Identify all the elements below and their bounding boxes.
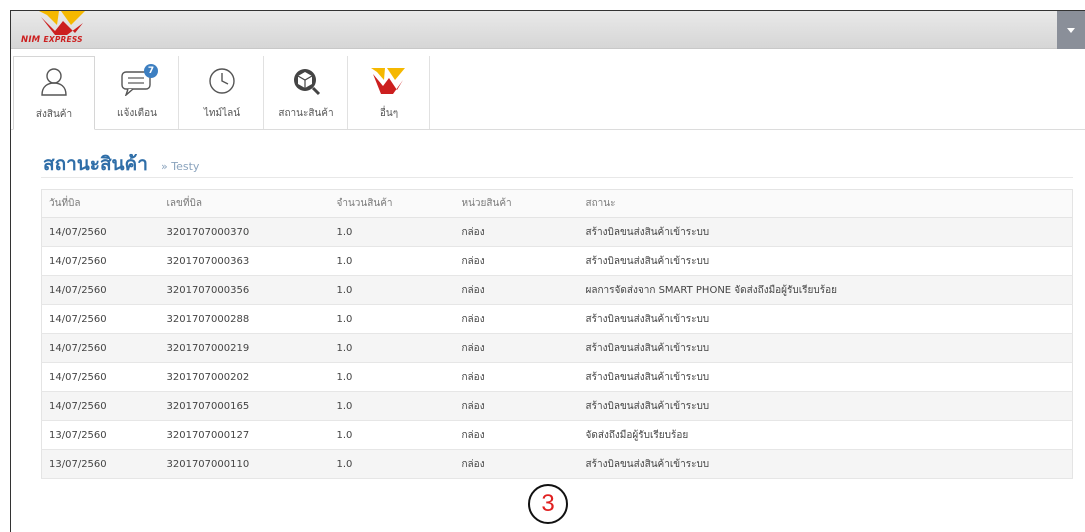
user-icon (41, 68, 67, 96)
table-row[interactable]: 13/07/2560 3201707000127 1.0 กล่อง จัดส่… (41, 420, 1073, 450)
table-row[interactable]: 14/07/2560 3201707000370 1.0 กล่อง สร้าง… (41, 217, 1073, 247)
cell-status: สร้างบิลขนส่งสินค้าเข้าระบบ (578, 246, 1073, 276)
page-heading: สถานะสินค้า » Testy (43, 149, 199, 179)
cell-status: สร้างบิลขนส่งสินค้าเข้าระบบ (578, 304, 1073, 334)
column-header-unit[interactable]: หน่วยสินค้า (454, 189, 579, 218)
cell-quantity: 1.0 (329, 333, 455, 363)
package-search-icon (294, 69, 321, 96)
nav-item-label: ไทม์ไลน์ (203, 108, 241, 119)
nav-item-label: แจ้งเตือน (117, 108, 157, 119)
nim-express-logo[interactable]: NIM EXPRESS (19, 11, 99, 47)
heading-divider (41, 177, 1073, 178)
nav-divider (11, 129, 1085, 130)
table-row[interactable]: 14/07/2560 3201707000356 1.0 กล่อง ผลการ… (41, 275, 1073, 305)
cell-quantity: 1.0 (329, 217, 455, 247)
cell-bill-number: 3201707000370 (159, 217, 330, 247)
cell-status: สร้างบิลขนส่งสินค้าเข้าระบบ (578, 362, 1073, 392)
cell-bill-date: 14/07/2560 (41, 333, 160, 363)
table-header-row: วันที่บิล เลขที่บิล จำนวนสินค้า หน่วยสิน… (41, 189, 1073, 218)
cell-quantity: 1.0 (329, 362, 455, 392)
cell-bill-number: 3201707000202 (159, 362, 330, 392)
cell-quantity: 1.0 (329, 246, 455, 276)
icon-nav-bar: ส่งสินค้า 7 แจ้งเตือน ไทม์ไลน์ สถานะสินค… (11, 50, 1085, 130)
table-row[interactable]: 14/07/2560 3201707000288 1.0 กล่อง สร้าง… (41, 304, 1073, 334)
nav-item-label: อื่นๆ (379, 108, 399, 119)
cell-bill-number: 3201707000165 (159, 391, 330, 421)
nav-separator (263, 56, 264, 129)
logo-text: NIM EXPRESS (21, 35, 83, 45)
page-title: สถานะสินค้า (43, 153, 148, 175)
cell-bill-date: 13/07/2560 (41, 420, 160, 450)
nav-item-label: สถานะสินค้า (278, 108, 334, 119)
cell-bill-number: 3201707000356 (159, 275, 330, 305)
cell-quantity: 1.0 (329, 449, 455, 479)
cell-bill-date: 14/07/2560 (41, 391, 160, 421)
cell-unit: กล่อง (454, 275, 579, 305)
table-row[interactable]: 13/07/2560 3201707000110 1.0 กล่อง สร้าง… (41, 449, 1073, 479)
cell-bill-date: 13/07/2560 (41, 449, 160, 479)
nim-logo-icon (371, 68, 405, 94)
cell-unit: กล่อง (454, 449, 579, 479)
column-header-status[interactable]: สถานะ (578, 189, 1073, 218)
cell-status: สร้างบิลขนส่งสินค้าเข้าระบบ (578, 391, 1073, 421)
app-window: NIM EXPRESS ส่งสินค้า 7 แจ้งเตือน ไทม์ไล… (10, 10, 1085, 532)
cell-unit: กล่อง (454, 217, 579, 247)
cell-status: สร้างบิลขนส่งสินค้าเข้าระบบ (578, 217, 1073, 247)
cell-unit: กล่อง (454, 420, 579, 450)
top-bar: NIM EXPRESS (11, 11, 1085, 49)
cell-status: จัดส่งถึงมือผู้รับเรียบร้อย (578, 420, 1073, 450)
cell-unit: กล่อง (454, 304, 579, 334)
table-row[interactable]: 14/07/2560 3201707000202 1.0 กล่อง สร้าง… (41, 362, 1073, 392)
cell-bill-date: 14/07/2560 (41, 304, 160, 334)
table-row[interactable]: 14/07/2560 3201707000219 1.0 กล่อง สร้าง… (41, 333, 1073, 363)
cell-bill-date: 14/07/2560 (41, 246, 160, 276)
dropdown-toggle-button[interactable] (1057, 11, 1085, 49)
cell-bill-date: 14/07/2560 (41, 362, 160, 392)
column-header-bill-date[interactable]: วันที่บิล (41, 189, 160, 218)
nav-item-more[interactable]: อื่นๆ (348, 56, 430, 129)
nav-item-timeline[interactable]: ไทม์ไลน์ (181, 56, 263, 129)
cell-quantity: 1.0 (329, 391, 455, 421)
table-row[interactable]: 14/07/2560 3201707000165 1.0 กล่อง สร้าง… (41, 391, 1073, 421)
notification-badge: 7 (144, 64, 158, 78)
cell-unit: กล่อง (454, 391, 579, 421)
logo-mark-icon (39, 11, 85, 35)
cell-bill-number: 3201707000110 (159, 449, 330, 479)
clock-icon (209, 68, 235, 94)
cell-unit: กล่อง (454, 246, 579, 276)
nav-item-notifications[interactable]: 7 แจ้งเตือน (96, 56, 178, 129)
column-header-quantity[interactable]: จำนวนสินค้า (329, 189, 455, 218)
cell-bill-number: 3201707000127 (159, 420, 330, 450)
cell-quantity: 1.0 (329, 304, 455, 334)
nav-item-send-parcel[interactable]: ส่งสินค้า (13, 56, 95, 130)
column-header-bill-number[interactable]: เลขที่บิล (159, 189, 330, 218)
parcel-status-table: วันที่บิล เลขที่บิล จำนวนสินค้า หน่วยสิน… (41, 189, 1073, 479)
breadcrumb[interactable]: » Testy (161, 160, 199, 173)
cell-bill-number: 3201707000363 (159, 246, 330, 276)
cell-status: สร้างบิลขนส่งสินค้าเข้าระบบ (578, 333, 1073, 363)
step-number-annotation: 3 (528, 484, 568, 524)
cell-bill-number: 3201707000288 (159, 304, 330, 334)
cell-unit: กล่อง (454, 333, 579, 363)
cell-quantity: 1.0 (329, 275, 455, 305)
table-row[interactable]: 14/07/2560 3201707000363 1.0 กล่อง สร้าง… (41, 246, 1073, 276)
cell-status: สร้างบิลขนส่งสินค้าเข้าระบบ (578, 449, 1073, 479)
cell-status: ผลการจัดส่งจาก SMART PHONE จัดส่งถึงมือผ… (578, 275, 1073, 305)
nav-item-label: ส่งสินค้า (35, 109, 73, 120)
cell-unit: กล่อง (454, 362, 579, 392)
nav-item-parcel-status[interactable]: สถานะสินค้า (265, 56, 347, 129)
nav-separator (178, 56, 179, 129)
cell-bill-number: 3201707000219 (159, 333, 330, 363)
cell-bill-date: 14/07/2560 (41, 275, 160, 305)
cell-bill-date: 14/07/2560 (41, 217, 160, 247)
cell-quantity: 1.0 (329, 420, 455, 450)
caret-down-icon (1067, 27, 1075, 33)
